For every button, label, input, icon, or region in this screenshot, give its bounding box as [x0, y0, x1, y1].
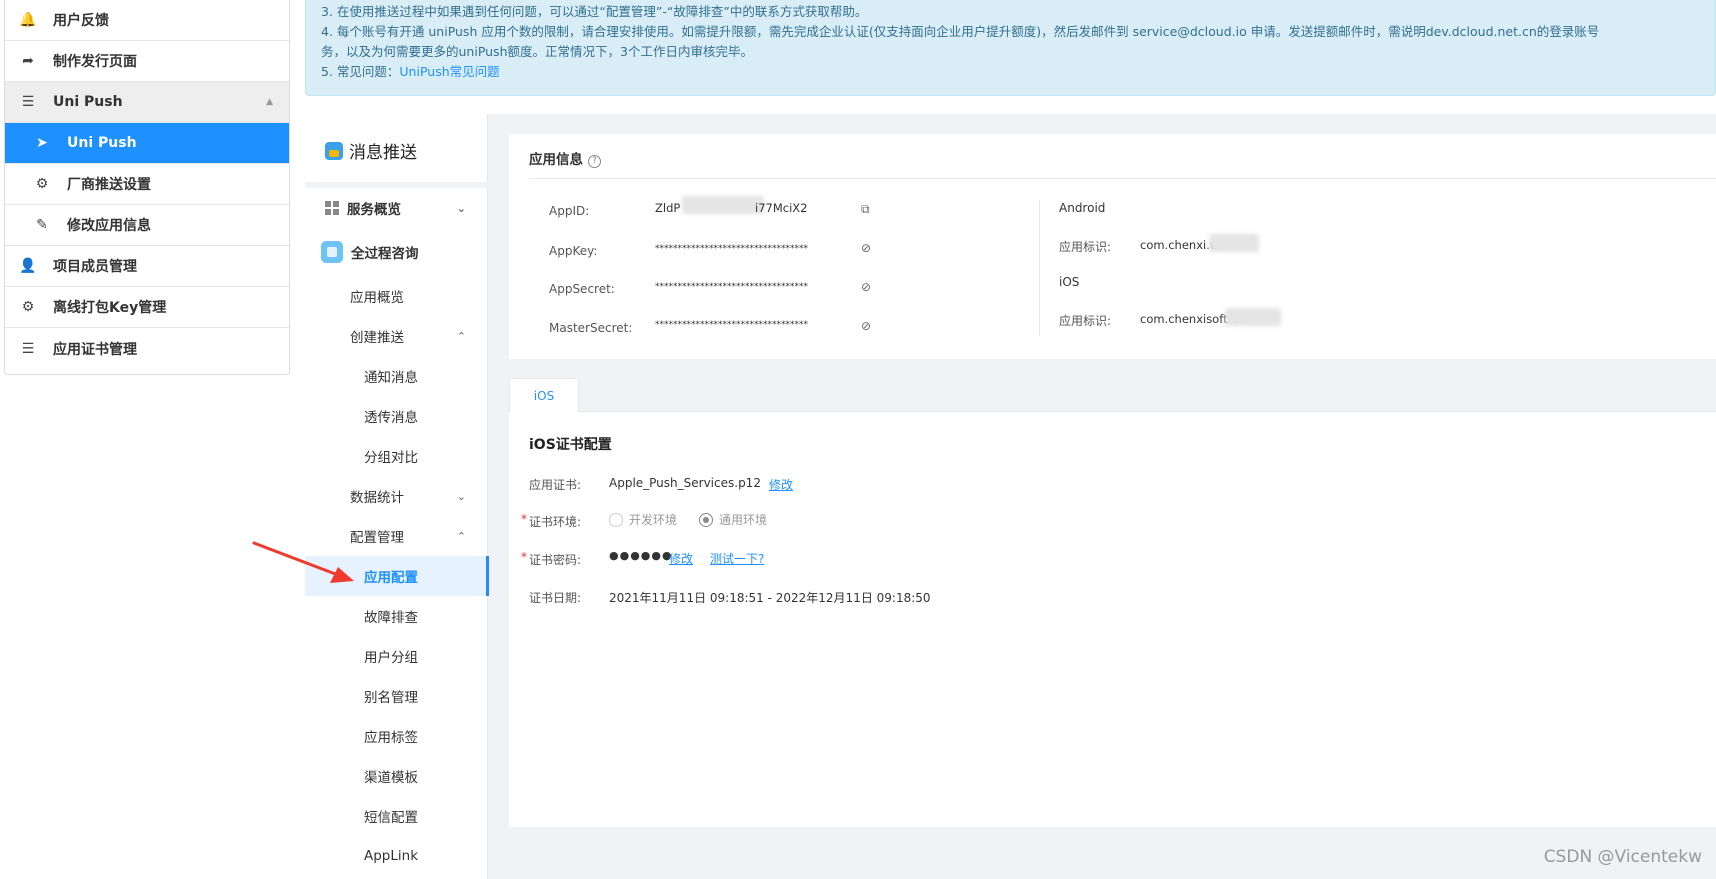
gear-icon: ⚙ — [21, 299, 35, 315]
nav-item-offline-key[interactable]: ⚙ 离线打包Key管理 — [5, 287, 289, 328]
subnav-group-compare[interactable]: 分组对比 — [305, 436, 488, 476]
gear-icon: ⚙ — [35, 176, 49, 192]
subnav-troubleshoot[interactable]: 故障排查 — [305, 596, 488, 636]
grid-icon — [325, 201, 339, 215]
list-icon: ☰ — [21, 340, 35, 357]
subnav-alias-mgmt[interactable]: 别名管理 — [305, 676, 488, 716]
redacted-blur — [682, 196, 764, 214]
nav-item-release-page[interactable]: ➦ 制作发行页面 — [5, 41, 289, 82]
annotation-arrow — [252, 541, 354, 583]
appsecret-label: AppSecret: — [549, 282, 615, 296]
subnav-user-group[interactable]: 用户分组 — [305, 636, 488, 676]
info-banner: 3. 在使用推送过程中如果遇到任何问题，可以通过“配置管理”-“故障排查”中的联… — [305, 0, 1716, 96]
subnav-create-push[interactable]: 创建推送 ⌃ — [305, 316, 488, 356]
env-dev-radio[interactable]: 开发环境 — [609, 511, 677, 528]
nav-item-edit-app[interactable]: ✎ 修改应用信息 — [5, 205, 289, 246]
cert-modify-link[interactable]: 修改 — [769, 476, 793, 493]
appid-prefix: ZldP — [655, 201, 681, 215]
ios-id-label: 应用标识: — [1059, 314, 1112, 328]
help-icon[interactable]: ? — [588, 155, 601, 168]
cert-date-label: 证书日期: — [529, 591, 582, 605]
pwd-modify-link[interactable]: 修改 — [669, 550, 693, 567]
chevron-down-icon: ⌄ — [456, 489, 466, 503]
subnav-app-tags[interactable]: 应用标签 — [305, 716, 488, 756]
copy-icon[interactable]: ⧉ — [861, 202, 877, 218]
subnav-app-overview[interactable]: 应用概览 — [305, 276, 488, 316]
faq-link[interactable]: UniPush常见问题 — [399, 64, 499, 79]
platform-tabs: iOS — [509, 378, 1716, 413]
chevron-up-icon: ⌃ — [456, 329, 466, 343]
subnav-channel-template[interactable]: 渠道模板 — [305, 756, 488, 796]
nav-item-certificates[interactable]: ☰ 应用证书管理 — [5, 328, 289, 369]
app-info-card: 应用信息? AppID: ZldP i77MciX2 ⧉ AppKey: ***… — [509, 134, 1716, 359]
mastersecret-value: ********************************** — [655, 320, 808, 330]
cube-icon — [321, 241, 343, 263]
subnav-service-overview[interactable]: 服务概览 ⌄ — [305, 188, 488, 228]
redacted-blur — [1225, 308, 1281, 326]
menu-icon: ☰ — [21, 94, 35, 110]
app-info-title: 应用信息? — [529, 148, 601, 168]
eye-off-icon[interactable]: ⊘ — [861, 241, 877, 257]
ios-title: iOS — [1059, 275, 1080, 289]
subnav-passthrough-msg[interactable]: 透传消息 — [305, 396, 488, 436]
android-id-label: 应用标识: — [1059, 240, 1112, 254]
nav-group-unipush[interactable]: ☰ Uni Push ▲ — [5, 82, 289, 123]
cert-section-title: iOS证书配置 — [529, 437, 612, 453]
send-icon: ➤ — [36, 135, 48, 151]
redacted-blur — [1209, 234, 1259, 252]
subnav-title: 消息推送 — [325, 138, 417, 163]
subnav-full-consult[interactable]: 全过程咨询 — [305, 232, 488, 272]
subnav-data-stats[interactable]: 数据统计 ⌄ — [305, 476, 488, 516]
cert-pwd-label: * 证书密码: — [521, 550, 582, 567]
nav-item-unipush[interactable]: ➤ Uni Push — [5, 123, 289, 164]
android-title: Android — [1059, 201, 1106, 215]
pwd-test-link[interactable]: 测试一下? — [710, 550, 764, 567]
env-general-radio[interactable]: 通用环境 — [699, 511, 767, 528]
tab-ios[interactable]: iOS — [509, 378, 579, 413]
subnav-applink[interactable]: AppLink — [305, 836, 488, 876]
cert-file-label: 应用证书: — [529, 478, 582, 492]
nav-item-feedback[interactable]: 🔔 用户反馈 — [5, 0, 289, 41]
edit-icon: ✎ — [36, 217, 48, 233]
cert-pwd-value: ●●●●●● — [609, 549, 673, 562]
appkey-value: ********************************** — [655, 244, 808, 254]
mastersecret-label: MasterSecret: — [549, 321, 633, 335]
push-subnav: 消息推送 服务概览 ⌄ 全过程咨询 应用概览 创建推送 ⌃ 通知消息 透传消息 … — [305, 114, 489, 879]
nav-item-vendor-push[interactable]: ⚙ 厂商推送设置 — [5, 164, 289, 205]
push-logo-icon — [325, 141, 343, 160]
subnav-notify-msg[interactable]: 通知消息 — [305, 356, 488, 396]
chevron-down-icon: ⌄ — [456, 201, 466, 215]
appid-label: AppID: — [549, 204, 590, 218]
appid-suffix: i77MciX2 — [755, 201, 808, 215]
appkey-label: AppKey: — [549, 244, 598, 258]
user-icon: 👤 — [19, 258, 37, 274]
bell-icon: 🔔 — [19, 12, 37, 28]
appsecret-value: ********************************** — [655, 282, 808, 292]
share-arrow-icon: ➦ — [22, 53, 34, 69]
watermark: CSDN @Vicentekw — [1543, 847, 1702, 867]
eye-off-icon[interactable]: ⊘ — [861, 280, 877, 296]
nav-item-members[interactable]: 👤 项目成员管理 — [5, 246, 289, 287]
cert-env-label: * 证书环境: — [521, 512, 582, 529]
cert-date-value: 2021年11月11日 09:18:51 - 2022年12月11日 09:18… — [609, 591, 931, 605]
left-sidebar: 🔔 用户反馈 ➦ 制作发行页面 ☰ Uni Push ▲ ➤ Uni Push … — [4, 0, 290, 375]
cert-file-value: Apple_Push_Services.p12 — [609, 476, 761, 490]
caret-up-icon: ▲ — [266, 97, 273, 107]
subnav-sms-config[interactable]: 短信配置 — [305, 796, 488, 836]
ios-cert-panel: iOS证书配置 应用证书: Apple_Push_Services.p12 修改… — [509, 412, 1716, 827]
eye-off-icon[interactable]: ⊘ — [861, 319, 877, 335]
chevron-up-icon: ⌃ — [456, 529, 466, 543]
